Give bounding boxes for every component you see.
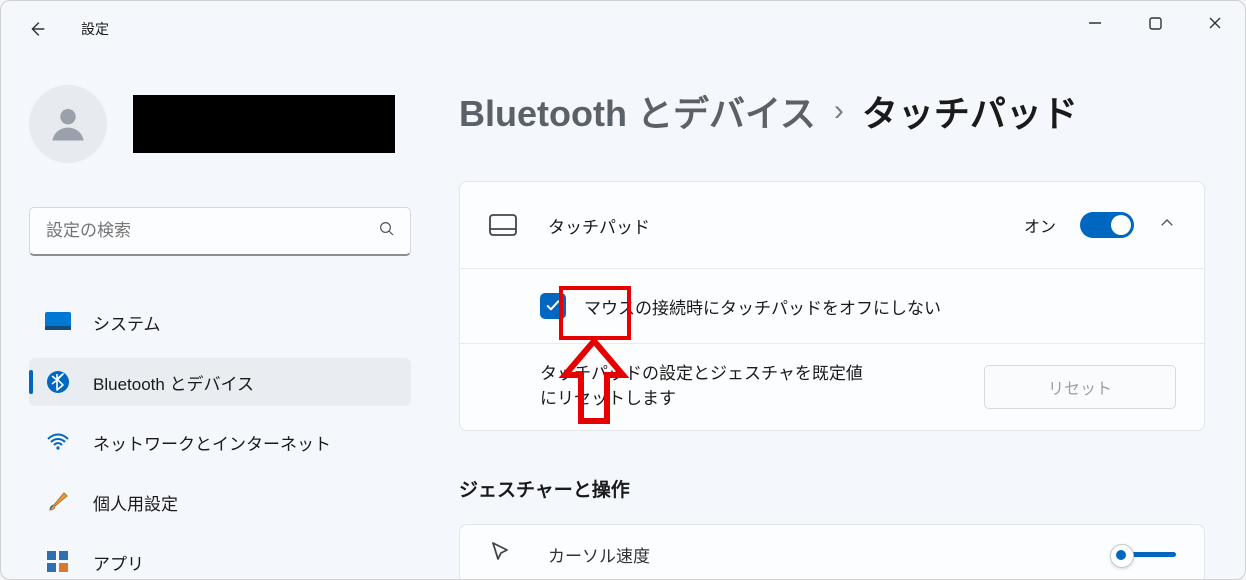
keep-touchpad-on-row[interactable]: マウスの接続時にタッチパッドをオフにしない [460, 268, 1204, 343]
apps-icon [45, 549, 71, 575]
search-box[interactable] [29, 207, 411, 256]
touchpad-toggle[interactable] [1080, 212, 1134, 238]
sidebar-item-network[interactable]: ネットワークとインターネット [29, 418, 411, 466]
search-input[interactable] [44, 220, 378, 242]
arrow-left-icon [26, 18, 48, 40]
cursor-speed-label: カーソル速度 [548, 542, 650, 567]
maximize-icon [1149, 17, 1162, 30]
sidebar-item-label: Bluetooth とデバイス [93, 370, 254, 395]
reset-button[interactable]: リセット [984, 365, 1176, 409]
window-controls [1065, 1, 1245, 45]
app-title: 設定 [81, 19, 109, 39]
touchpad-toggle-row[interactable]: タッチパッド オン [460, 182, 1204, 268]
avatar[interactable] [29, 85, 107, 163]
touchpad-icon [488, 214, 518, 236]
user-name-redacted [133, 95, 395, 153]
user-block [29, 85, 411, 163]
breadcrumb-parent[interactable]: Bluetooth とデバイス [459, 85, 816, 137]
touchpad-card: タッチパッド オン マウスの接続時にタッチパッドをオフにしない [459, 181, 1205, 431]
wifi-icon [45, 429, 71, 455]
person-icon [46, 102, 90, 146]
titlebar: 設定 [1, 1, 1245, 57]
minimize-icon [1088, 16, 1102, 30]
search-icon [378, 220, 396, 243]
keep-touchpad-on-label: マウスの接続時にタッチパッドをオフにしない [584, 294, 941, 319]
touchpad-title: タッチパッド [548, 213, 1024, 238]
cursor-speed-row[interactable]: カーソル速度 [459, 524, 1205, 580]
sidebar-item-label: 個人用設定 [93, 490, 178, 515]
chevron-right-icon: › [834, 94, 844, 128]
sidebar: システム Bluetooth とデバイス ネットワークとインターネット [1, 57, 439, 579]
check-icon [545, 298, 561, 314]
sidebar-item-system[interactable]: システム [29, 298, 411, 346]
chevron-up-icon[interactable] [1158, 214, 1176, 237]
touchpad-state-label: オン [1024, 213, 1056, 237]
sidebar-item-apps[interactable]: アプリ [29, 538, 411, 580]
cursor-icon [488, 540, 518, 569]
sidebar-item-label: システム [93, 310, 161, 335]
cursor-speed-slider[interactable] [1120, 552, 1176, 557]
back-button[interactable] [17, 9, 57, 49]
gestures-section-title: ジェスチャーと操作 [459, 475, 1205, 502]
paintbrush-icon [45, 489, 71, 515]
settings-window: 設定 システム [0, 0, 1246, 580]
system-icon [45, 309, 71, 335]
minimize-button[interactable] [1065, 1, 1125, 45]
sidebar-item-bluetooth-devices[interactable]: Bluetooth とデバイス [29, 358, 411, 406]
bluetooth-icon [45, 369, 71, 395]
nav: システム Bluetooth とデバイス ネットワークとインターネット [29, 298, 411, 580]
reset-row: タッチパッドの設定とジェスチャを既定値にリセットします リセット [460, 343, 1204, 430]
keep-touchpad-on-checkbox[interactable] [540, 293, 566, 319]
maximize-button[interactable] [1125, 1, 1185, 45]
page-title: タッチパッド [862, 85, 1078, 137]
sidebar-item-personalization[interactable]: 個人用設定 [29, 478, 411, 526]
reset-description: タッチパッドの設定とジェスチャを既定値にリセットします [540, 362, 870, 411]
sidebar-item-label: アプリ [93, 550, 144, 575]
sidebar-item-label: ネットワークとインターネット [93, 430, 331, 455]
content: Bluetooth とデバイス › タッチパッド タッチパッド オン [439, 57, 1245, 579]
close-button[interactable] [1185, 1, 1245, 45]
breadcrumb: Bluetooth とデバイス › タッチパッド [459, 85, 1205, 137]
close-icon [1208, 16, 1222, 30]
